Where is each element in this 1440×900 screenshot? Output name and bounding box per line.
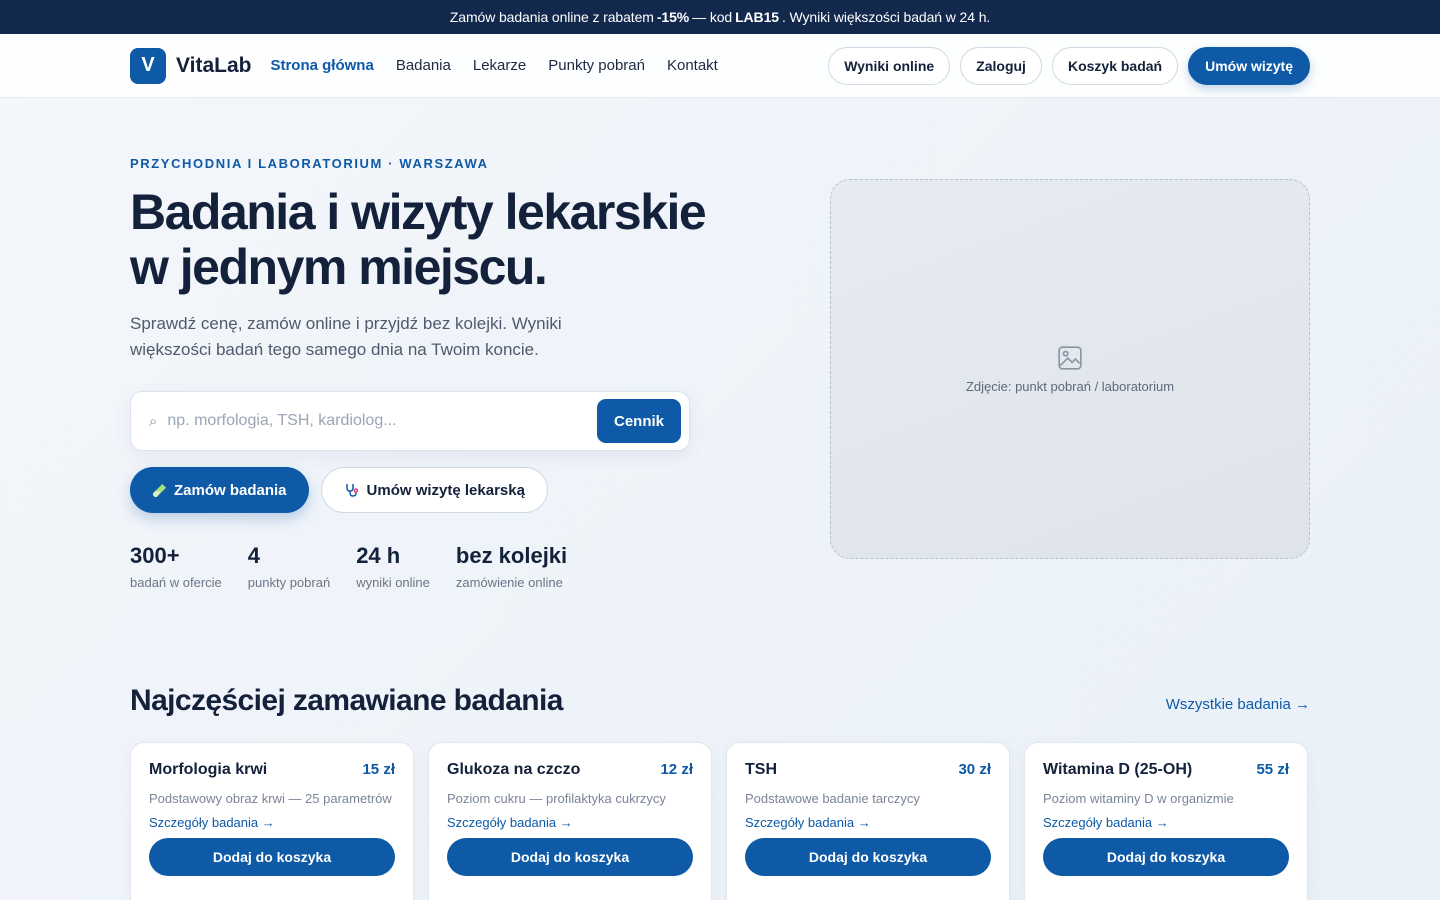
order-tests-button[interactable]: Zamów badania [130, 467, 309, 513]
image-placeholder-icon [1058, 345, 1082, 370]
section-title: Najczęściej zamawiane badania [130, 684, 563, 717]
add-to-cart-button[interactable]: Dodaj do koszyka [1043, 838, 1289, 876]
hero-title-line2: w jednym miejscu. [130, 239, 548, 295]
results-online-button[interactable]: Wyniki online [828, 46, 951, 85]
test-card: Morfologia krwi 15 zł Podstawowy obraz k… [130, 742, 414, 900]
test-card: TSH 30 zł Podstawowe badanie tarczycy Sz… [726, 742, 1010, 900]
nav-doctors[interactable]: Lekarze [473, 57, 526, 74]
header-actions: Wyniki online Zaloguj Koszyk badań Umów … [828, 46, 1310, 85]
test-details-link[interactable]: Szczegóły badania → [447, 815, 693, 830]
card-header: TSH 30 zł [745, 761, 991, 779]
nav-home[interactable]: Strona główna [270, 57, 373, 74]
test-name: Witamina D (25-OH) [1043, 761, 1193, 778]
test-name: Morfologia krwi [149, 761, 268, 778]
test-description: Poziom cukru — profilaktyka cukrzycy [447, 791, 666, 806]
order-tests-label: Zamów badania [174, 481, 287, 499]
popular-tests-header: Najczęściej zamawiane badania Wszystkie … [130, 684, 1310, 718]
book-doctor-label: Umów wizytę lekarską [366, 481, 525, 499]
all-tests-link[interactable]: Wszystkie badania → [1166, 696, 1310, 713]
test-description: Podstawowy obraz krwi — 25 parametrów [149, 791, 392, 806]
test-cards: Morfologia krwi 15 zł Podstawowy obraz k… [130, 742, 1310, 900]
search-bar: ⌕ Cennik [130, 391, 690, 451]
hero-lead: Sprawdź cenę, zamów online i przyjdź bez… [130, 314, 562, 359]
cta-row: Zamów badania Umów wizytę lekarską [130, 467, 770, 513]
stat-item: 300+ badań w ofercie [130, 543, 222, 590]
stat-label: wyniki online [356, 575, 430, 590]
photo-label: Zdjęcie: punkt pobrań / laboratorium [965, 378, 1175, 394]
stat-value: 24 h [356, 543, 401, 568]
announcement-text-1: Zamów badania online z rabatem [449, 9, 654, 25]
logo[interactable]: V VitaLab [130, 47, 252, 84]
test-name: TSH [745, 761, 777, 778]
nav-collection-points[interactable]: Punkty pobrań [548, 57, 645, 74]
announcement-text-2: — kod [692, 9, 733, 25]
card-header: Witamina D (25-OH) 55 zł [1043, 761, 1289, 779]
price-list-button[interactable]: Cennik [596, 399, 681, 443]
book-doctor-button[interactable]: Umów wizytę lekarską [320, 467, 548, 513]
test-details-link[interactable]: Szczegóły badania → [149, 815, 395, 830]
hero-stats: 300+ badań w ofercie 4 punkty pobrań 24 … [130, 543, 770, 590]
stat-item: 4 punkty pobrań [248, 543, 330, 590]
stat-label: punkty pobrań [247, 575, 331, 590]
stat-label: zamówienie online [455, 575, 563, 590]
announcement-bar: Zamów badania online z rabatem -15% — ko… [0, 0, 1440, 34]
test-details-link[interactable]: Szczegóły badania → [1043, 815, 1289, 830]
announcement-discount: -15% [656, 9, 690, 25]
test-card: Glukoza na czczo 12 zł Poziom cukru — pr… [428, 742, 712, 900]
card-header: Glukoza na czczo 12 zł [447, 761, 693, 779]
test-card: Witamina D (25-OH) 55 zł Poziom witaminy… [1024, 742, 1308, 900]
test-description: Podstawowe badanie tarczycy [745, 791, 920, 806]
card-header: Morfologia krwi 15 zł [149, 761, 395, 779]
test-details-link[interactable]: Szczegóły badania → [745, 815, 991, 830]
stat-label: badań w ofercie [130, 575, 222, 590]
test-price: 30 zł [958, 761, 991, 778]
logo-mark: V [130, 47, 166, 84]
test-price: 55 zł [1256, 761, 1289, 778]
stat-value: bez kolejki [455, 543, 568, 568]
hero-title-line1: Badania i wizyty lekarskie [130, 184, 707, 240]
search-icon: ⌕ [149, 412, 158, 430]
add-to-cart-button[interactable]: Dodaj do koszyka [149, 838, 395, 876]
hero-eyebrow: PRZYCHODNIA I LABORATORIUM · WARSZAWA [130, 156, 489, 171]
announcement-code: LAB15 [735, 9, 779, 25]
cart-button[interactable]: Koszyk badań [1051, 46, 1179, 85]
add-to-cart-button[interactable]: Dodaj do koszyka [745, 838, 991, 876]
nav-tests[interactable]: Badania [396, 57, 451, 74]
photo-placeholder: Zdjęcie: punkt pobrań / laboratorium [830, 179, 1310, 559]
stat-item: 24 h wyniki online [356, 543, 430, 590]
book-visit-button[interactable]: Umów wizytę [1188, 46, 1310, 85]
test-price: 12 zł [660, 761, 693, 778]
hero-title: Badania i wizyty lekarskie w jednym miej… [130, 185, 770, 295]
site-header: V VitaLab Strona główna Badania Lekarze … [0, 34, 1440, 98]
test-tube-icon [152, 483, 167, 497]
stat-value: 4 [247, 543, 261, 568]
stat-value: 300+ [130, 543, 180, 568]
brand-name: VitaLab [176, 53, 252, 77]
main-nav: Strona główna Badania Lekarze Punkty pob… [270, 57, 717, 74]
hero-section: PRZYCHODNIA I LABORATORIUM · WARSZAWA Ba… [130, 156, 770, 590]
login-button[interactable]: Zaloguj [960, 46, 1042, 85]
nav-contact[interactable]: Kontakt [667, 57, 718, 74]
announcement-text-3: . Wyniki większości badań w 24 h. [781, 9, 991, 25]
test-price: 15 zł [362, 761, 395, 778]
add-to-cart-button[interactable]: Dodaj do koszyka [447, 838, 693, 876]
test-name: Glukoza na czczo [447, 761, 581, 778]
test-description: Poziom witaminy D w organizmie [1043, 791, 1234, 806]
stat-item: bez kolejki zamówienie online [456, 543, 567, 590]
stethoscope-icon [345, 484, 358, 497]
search-input[interactable] [167, 412, 597, 430]
